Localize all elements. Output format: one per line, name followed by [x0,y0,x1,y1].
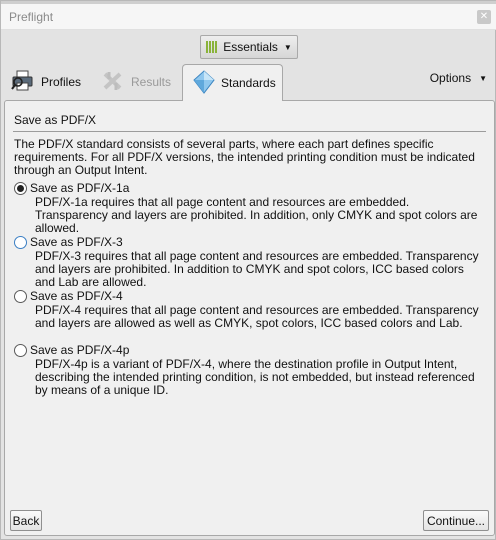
printer-icon [11,70,35,95]
continue-button[interactable]: Continue... [423,510,489,531]
option-label: Save as PDF/X-4 [30,289,123,303]
close-icon[interactable]: ✕ [477,10,491,24]
tab-bar: Profiles Results Standards Options ▼ [1,61,496,101]
chevron-down-icon: ▼ [479,73,487,83]
option-description: PDF/X-1a requires that all page content … [35,195,478,235]
preflight-window: Preflight ✕ Essentials ▼ Profiles Result… [0,0,496,540]
section-title: Save as PDF/X [14,113,97,127]
option-pdfx-3[interactable]: Save as PDF/X-3 PDF/X-3 requires that al… [14,235,486,289]
option-pdfx-1a[interactable]: Save as PDF/X-1a PDF/X-1a requires that … [14,181,486,235]
option-label: Save as PDF/X-3 [30,235,123,249]
options-menu[interactable]: Options ▼ [430,71,487,85]
option-pdfx-4p[interactable]: Save as PDF/X-4p PDF/X-4p is a variant o… [14,343,486,397]
chevron-down-icon: ▼ [283,42,292,52]
tab-standards-label: Standards [221,76,276,90]
essentials-dropdown[interactable]: Essentials ▼ [200,35,298,59]
tab-results[interactable]: Results [101,64,171,100]
radio-pdfx-3[interactable] [14,235,27,249]
option-label: Save as PDF/X-1a [30,181,130,195]
options-label: Options [429,71,472,85]
tab-profiles[interactable]: Profiles [11,64,81,100]
back-button[interactable]: Back [10,510,42,531]
tab-results-label: Results [131,75,172,89]
window-title: Preflight [9,10,54,24]
title-bar: Preflight ✕ [1,4,496,30]
radio-pdfx-4[interactable] [14,289,27,303]
tab-profiles-label: Profiles [41,75,82,89]
standards-icon [193,69,215,97]
results-icon [101,70,125,95]
option-description: PDF/X-3 requires that all page content a… [35,249,479,289]
radio-selected-dot [17,184,24,192]
option-pdfx-4[interactable]: Save as PDF/X-4 PDF/X-4 requires that al… [14,289,486,330]
essentials-label: Essentials [223,40,278,54]
option-description: PDF/X-4 requires that all page content a… [35,303,479,330]
radio-pdfx-4p[interactable] [14,343,27,357]
tab-standards[interactable]: Standards [182,64,283,101]
divider [13,131,486,132]
option-label: Save as PDF/X-4p [30,343,130,357]
standards-panel: Save as PDF/X The PDF/X standard consist… [4,100,495,536]
intro-text: The PDF/X standard consists of several p… [14,137,475,177]
essentials-icon [206,41,218,53]
option-description: PDF/X-4p is a variant of PDF/X-4, where … [35,357,475,397]
radio-pdfx-1a[interactable] [14,181,27,195]
